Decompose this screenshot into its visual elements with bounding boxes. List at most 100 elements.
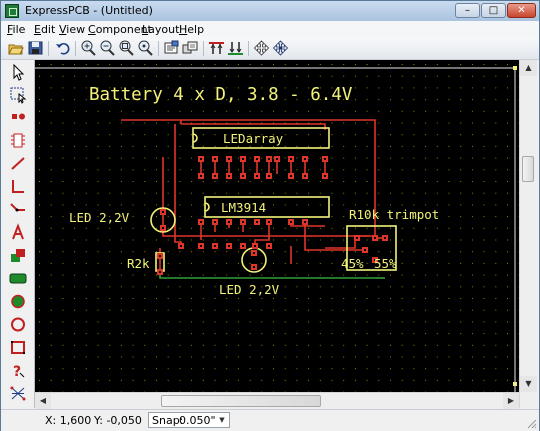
- pad-hole: [214, 221, 216, 223]
- snap-value: 0.050": [179, 414, 216, 427]
- pad-hole: [304, 158, 306, 160]
- zoom-area-icon[interactable]: [136, 39, 155, 57]
- pad-hole: [254, 245, 256, 247]
- vertical-scrollbar[interactable]: ▲ ▼: [519, 60, 537, 408]
- pad-hole: [256, 221, 258, 223]
- ledarray-label: LEDarray: [223, 131, 284, 146]
- title-bar[interactable]: ExpressPCB - (Untitled) – □ ✕: [1, 1, 539, 22]
- board-outline: [35, 67, 516, 408]
- horizontal-scroll-thumb[interactable]: [161, 395, 321, 407]
- pad-hole: [268, 158, 270, 160]
- svg-text:?: ?: [13, 364, 21, 380]
- scroll-left-button[interactable]: ◀: [35, 393, 51, 409]
- save-icon[interactable]: [26, 39, 45, 57]
- pad-hole: [290, 221, 292, 223]
- help-tool-icon[interactable]: ?: [8, 361, 28, 380]
- toolbar-separator: [75, 41, 76, 56]
- pad-hole: [290, 175, 292, 177]
- toolbar-separator: [203, 41, 204, 56]
- green-traces: [159, 272, 385, 279]
- trimpot-45-label: 45%: [341, 256, 364, 271]
- zoom-out-icon[interactable]: [98, 39, 117, 57]
- ratsnest-tool-icon[interactable]: [8, 384, 28, 403]
- rectangle-tool-icon[interactable]: [8, 338, 28, 357]
- pad-hole: [242, 158, 244, 160]
- menu-help[interactable]: Help: [179, 23, 204, 36]
- snap-select[interactable]: Snap: 0.050" ▼: [148, 412, 230, 428]
- open-icon[interactable]: [6, 39, 25, 57]
- circle-tool-icon[interactable]: [8, 315, 28, 334]
- close-button[interactable]: ✕: [507, 3, 536, 18]
- zoom-fit-icon[interactable]: [117, 39, 136, 57]
- toolbar-separator: [158, 41, 159, 56]
- pad-hole: [268, 175, 270, 177]
- undo-icon[interactable]: [53, 39, 72, 57]
- toolbar-separator: [248, 41, 249, 56]
- pcb-canvas[interactable]: Battery 4 x D, 3.8 - 6.4V LEDarray LM391…: [35, 60, 519, 408]
- component-manager-icon[interactable]: [181, 39, 200, 57]
- zoom-in-icon[interactable]: [79, 39, 98, 57]
- menu-file[interactable]: File: [7, 23, 25, 36]
- pad-hole: [228, 175, 230, 177]
- minimize-button[interactable]: –: [455, 3, 480, 18]
- x-coordinate: X: 1,600: [45, 414, 92, 427]
- grid: [39, 64, 519, 405]
- scroll-right-button[interactable]: ▶: [503, 393, 519, 409]
- pad-hole: [276, 158, 278, 160]
- led-left-label: LED 2,2V: [69, 210, 130, 225]
- lm3914-label: LM3914: [221, 200, 266, 215]
- pan-icon[interactable]: [271, 39, 290, 57]
- trace-corner-tool-icon[interactable]: [8, 177, 28, 196]
- status-bar: X: 1,600 Y: -0,050 Snap: 0.050" ▼: [1, 409, 539, 431]
- pad-hole: [159, 271, 161, 273]
- component-tool-icon[interactable]: [8, 131, 28, 150]
- pad-hole: [374, 237, 376, 239]
- pointer-tool-icon[interactable]: [8, 63, 28, 82]
- pad-hole: [180, 245, 182, 247]
- pcb-drawing[interactable]: Battery 4 x D, 3.8 - 6.4V LEDarray LM391…: [35, 60, 519, 408]
- pad-hole: [268, 245, 270, 247]
- board-title: Battery 4 x D, 3.8 - 6.4V: [89, 85, 353, 105]
- properties-icon[interactable]: [162, 39, 181, 57]
- resize-grip-icon[interactable]: [527, 419, 537, 429]
- pad-hole: [214, 175, 216, 177]
- trimpot-label: R10k trimpot: [349, 207, 439, 222]
- pad-hole: [200, 158, 202, 160]
- insert-corner-tool-icon[interactable]: [8, 200, 28, 219]
- pad-hole: [253, 252, 255, 254]
- trimpot-55-label: 55%: [374, 256, 397, 271]
- pad-tool-icon[interactable]: [8, 108, 28, 127]
- board-corner-marker: [513, 66, 517, 70]
- chevron-down-icon[interactable]: ▼: [216, 414, 228, 426]
- led-bottom-label: LED 2,2V: [219, 282, 280, 297]
- text-tool-icon[interactable]: [8, 223, 28, 242]
- maximize-button[interactable]: □: [481, 3, 506, 18]
- r2k-label: R2k: [127, 256, 150, 271]
- place-top-icon[interactable]: [207, 39, 226, 57]
- pad-hole: [200, 175, 202, 177]
- filled-circle-tool-icon[interactable]: [8, 292, 28, 311]
- pad-hole: [324, 158, 326, 160]
- scroll-down-button[interactable]: ▼: [520, 376, 537, 392]
- select-area-tool-icon[interactable]: [8, 85, 28, 104]
- place-bottom-icon[interactable]: [226, 39, 245, 57]
- window-title: ExpressPCB - (Untitled): [25, 4, 153, 17]
- pad-hole: [242, 221, 244, 223]
- shape-tool-icon[interactable]: [8, 269, 28, 288]
- pad-hole: [256, 175, 258, 177]
- scroll-up-button[interactable]: ▲: [520, 60, 537, 76]
- toolbar-separator: [48, 41, 49, 56]
- app-icon: [5, 4, 19, 18]
- vertical-scroll-thumb[interactable]: [522, 156, 534, 182]
- pad-hole: [228, 221, 230, 223]
- pad-hole: [364, 249, 366, 251]
- layer-tool-icon[interactable]: [8, 246, 28, 265]
- menu-edit[interactable]: Edit: [34, 23, 55, 36]
- pad-hole: [242, 175, 244, 177]
- pad-hole: [228, 158, 230, 160]
- horizontal-scrollbar[interactable]: ◀ ▶: [35, 392, 519, 409]
- menu-view[interactable]: View: [59, 23, 85, 36]
- move-icon[interactable]: [252, 39, 271, 57]
- trace-tool-icon[interactable]: [8, 154, 28, 173]
- menu-layout[interactable]: Layout: [142, 23, 179, 36]
